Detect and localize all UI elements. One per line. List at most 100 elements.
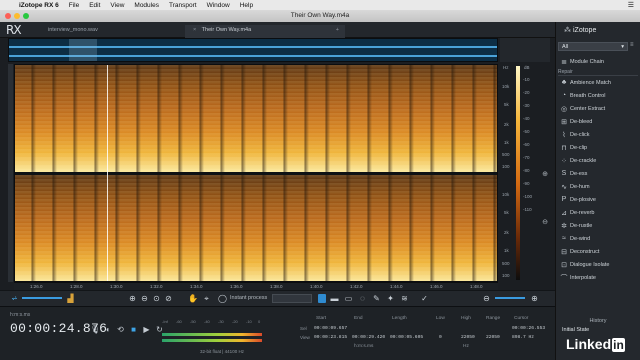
time-selection-tool[interactable] <box>318 294 326 303</box>
history-item[interactable]: Initial State <box>560 326 636 335</box>
module-item-dialogue-isolate[interactable]: ⊡ Dialogue Isolate <box>558 258 638 271</box>
selection-cursor-icon[interactable]: ⌖ <box>202 294 211 303</box>
tab-interview-mono[interactable]: interview_mono.wav <box>40 25 180 38</box>
module-item-module-chain[interactable]: ≣ Module Chain <box>558 55 638 68</box>
module-label: De-rustle <box>570 222 593 229</box>
view-range-value: 22050 <box>486 335 500 340</box>
tab-their-own-way[interactable]: × Their Own Way.m4a + <box>185 25 345 38</box>
menu-file[interactable]: File <box>64 2 84 9</box>
module-item-deconstruct[interactable]: ⊟ Deconstruct <box>558 245 638 258</box>
horizontal-zoom-slider[interactable] <box>495 297 525 299</box>
de-plosive-icon: P <box>561 196 567 203</box>
module-item-de-reverb[interactable]: ⊿ De-reverb <box>558 206 638 219</box>
frequency-selection-icon[interactable]: ▬ <box>330 294 339 303</box>
brush-tool-icon[interactable]: ✎ <box>372 294 381 303</box>
spectrogram-channel-left[interactable] <box>15 65 497 172</box>
menu-transport[interactable]: Transport <box>164 2 202 9</box>
view-start-value[interactable]: 00:00:23.815 <box>314 335 347 340</box>
time-frequency-selection-icon[interactable]: ▭ <box>344 294 353 303</box>
overview-view-window[interactable] <box>69 39 97 61</box>
module-section-header[interactable]: Repair <box>558 68 638 76</box>
close-tab-icon[interactable]: × <box>193 27 196 33</box>
magic-wand-icon[interactable]: ✦ <box>386 294 395 303</box>
spectrogram-channel-right[interactable] <box>15 175 497 281</box>
module-view-toggle-icon[interactable]: ≡ <box>630 42 634 48</box>
play-icon[interactable]: ▶ <box>142 325 151 334</box>
zoom-window-icon[interactable] <box>23 13 29 19</box>
hand-tool-icon[interactable]: ✋ <box>188 294 198 303</box>
module-item-interpolate[interactable]: ⌒ Interpolate <box>558 271 638 284</box>
view-high-value[interactable]: 22050 <box>461 335 475 340</box>
spectrogram-view-icon[interactable]: ▟ <box>66 294 75 303</box>
channel-selector[interactable] <box>8 64 13 282</box>
meter-scale-label: 0 <box>258 319 261 324</box>
view-length-value[interactable]: 00:00:05.605 <box>390 335 423 340</box>
zoom-in-vertical-icon[interactable]: ⊕ <box>538 170 552 178</box>
timecode-format-label[interactable]: h:m:s.ms <box>10 312 30 318</box>
lasso-tool-icon[interactable]: ◌ <box>358 294 367 303</box>
module-item-de-hum[interactable]: ∿ De-hum <box>558 180 638 193</box>
readout-row-label: Sel <box>300 326 307 331</box>
module-item-de-wind[interactable]: ≈ De-wind <box>558 232 638 245</box>
menu-view[interactable]: View <box>105 2 129 9</box>
playhead[interactable] <box>107 65 108 281</box>
module-label: Deconstruct <box>570 248 600 255</box>
menu-window[interactable]: Window <box>202 2 235 9</box>
zoom-out-icon[interactable]: ⊖ <box>140 294 149 303</box>
spectrogram-blend-slider[interactable] <box>22 297 62 299</box>
sel-start-value[interactable]: 00:00:09.657 <box>314 326 347 331</box>
module-item-de-bleed[interactable]: ⊞ De-bleed <box>558 115 638 128</box>
menu-app-name[interactable]: iZotope RX 6 <box>14 2 64 9</box>
module-label: Ambience Match <box>570 79 611 86</box>
menu-help[interactable]: Help <box>235 2 258 9</box>
module-item-de-clip[interactable]: ⊓ De-clip <box>558 141 638 154</box>
view-low-value[interactable]: 0 <box>439 335 442 340</box>
module-item-de-ess[interactable]: S De-ess <box>558 167 638 180</box>
time-ruler[interactable]: 1:26.0 1:28.0 1:30.0 1:32.0 1:34.0 1:36.… <box>14 282 498 290</box>
de-hum-icon: ∿ <box>561 183 567 191</box>
zoom-selection-icon[interactable]: ⊙ <box>152 294 161 303</box>
horizontal-zoom-out-icon[interactable]: ⊖ <box>482 294 491 303</box>
module-item-de-rustle[interactable]: ✲ De-rustle <box>558 219 638 232</box>
zoom-in-icon[interactable]: ⊕ <box>128 294 137 303</box>
headphones-icon[interactable]: ◖ <box>103 325 112 334</box>
module-item-breath-control[interactable]: ◔ Breath Control <box>558 89 638 102</box>
module-item-center-extract[interactable]: ◎ Center Extract <box>558 102 638 115</box>
hz-label: Hz <box>503 65 509 70</box>
menu-list-icon[interactable]: ☰ <box>628 1 640 9</box>
instant-process-icon[interactable]: ◯ <box>218 294 227 303</box>
add-tab-icon[interactable]: + <box>336 25 339 36</box>
module-filter-select[interactable]: All ▾ <box>558 42 628 51</box>
harmonic-selection-icon[interactable]: ≋ <box>400 294 409 303</box>
confirm-icon[interactable]: ✓ <box>420 294 429 303</box>
hz-label: 100 <box>502 164 510 169</box>
de-bleed-icon: ⊞ <box>561 118 567 126</box>
playback-icon[interactable]: ⟲ <box>116 325 125 334</box>
waveform-overview[interactable] <box>8 38 498 62</box>
module-item-ambience-match[interactable]: ♣ Ambience Match <box>558 76 638 89</box>
minimize-window-icon[interactable] <box>14 13 20 19</box>
spectrogram-color-scale <box>516 66 520 280</box>
stop-icon[interactable]: ■ <box>129 325 138 334</box>
zoom-fit-icon[interactable]: ⊘ <box>164 294 173 303</box>
db-label: -100 <box>523 194 533 199</box>
record-mic-icon[interactable]: 🎙 <box>90 325 100 334</box>
selection-readout: Start End Length Low High Range Cursor S… <box>300 311 555 359</box>
instant-process-mode-select[interactable] <box>272 294 312 303</box>
db-label: -10 <box>523 77 530 82</box>
module-item-de-crackle[interactable]: ⁘ De-crackle <box>558 154 638 167</box>
waveform-view-icon[interactable]: ⩫ <box>10 294 19 303</box>
menu-edit[interactable]: Edit <box>84 2 105 9</box>
rx-logo: RX <box>6 23 22 37</box>
module-item-de-click[interactable]: ⌇ De-click <box>558 128 638 141</box>
horizontal-zoom-in-icon[interactable]: ⊕ <box>530 294 539 303</box>
menu-modules[interactable]: Modules <box>129 2 164 9</box>
spectrogram-view[interactable] <box>14 64 498 282</box>
time-unit-label: h:m:s.ms <box>354 344 374 349</box>
module-item-de-plosive[interactable]: P De-plosive <box>558 193 638 206</box>
zoom-out-vertical-icon[interactable]: ⊖ <box>538 218 552 226</box>
close-window-icon[interactable] <box>5 13 11 19</box>
module-label: De-bleed <box>570 118 593 125</box>
center-extract-icon: ◎ <box>560 105 568 113</box>
view-end-value[interactable]: 00:00:29.420 <box>352 335 385 340</box>
